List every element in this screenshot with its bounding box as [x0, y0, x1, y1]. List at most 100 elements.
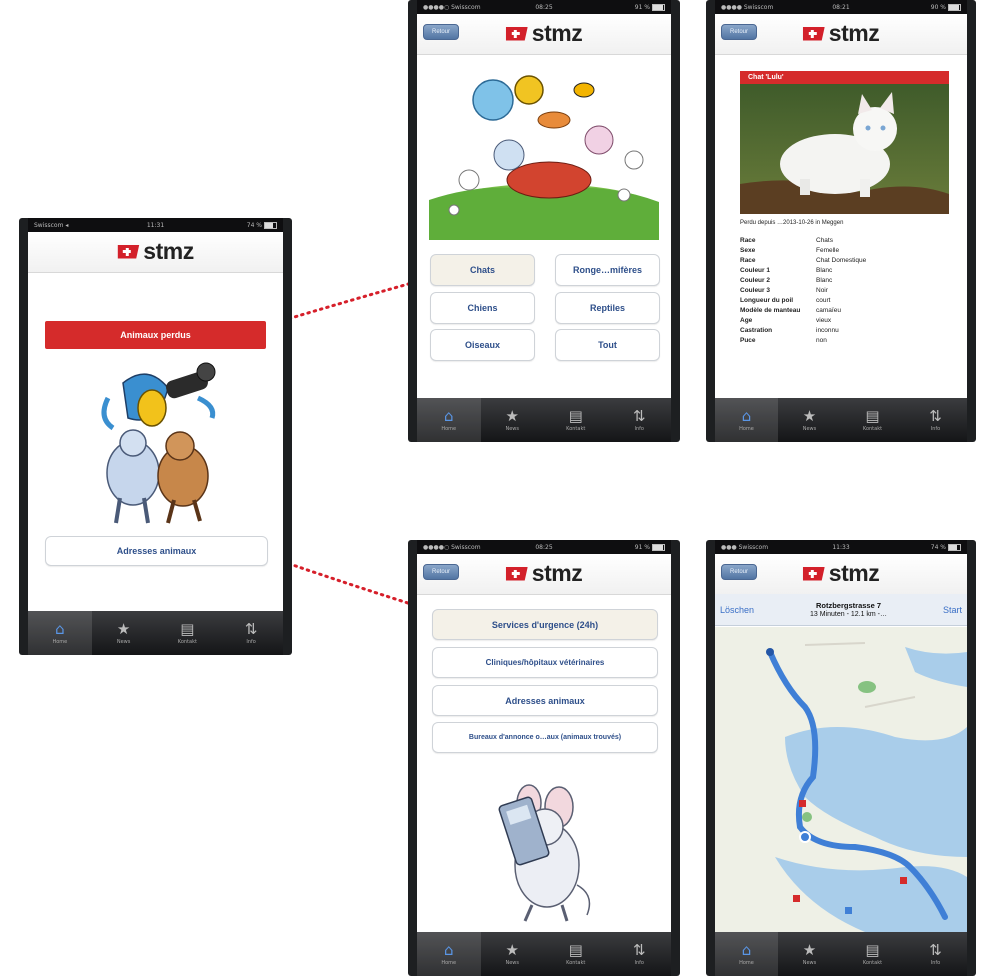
category-button-chats[interactable]: Chats — [430, 254, 535, 286]
contact-icon: ▤ — [568, 407, 583, 425]
star-icon: ★ — [505, 407, 519, 425]
clock: 08:21 — [832, 3, 850, 11]
tab-kontakt[interactable]: ▤ Kontakt — [841, 932, 904, 976]
info-icon: ⇅ — [244, 620, 258, 638]
detail-row: Longueur du poil court — [740, 297, 831, 304]
clear-route-button[interactable]: Löschen — [720, 605, 754, 615]
back-button[interactable]: Retour — [423, 564, 459, 580]
status-bar: ●●● Swisscom 11:33 74 % — [715, 540, 967, 554]
tab-home[interactable]: ⌂ Home — [715, 932, 778, 976]
tab-info[interactable]: ⇅ Info — [904, 932, 967, 976]
tab-kontakt[interactable]: ▤ Kontakt — [544, 398, 608, 442]
tab-news[interactable]: ★ News — [778, 932, 841, 976]
route-summary: Rotzbergstrasse 7 13 Minuten - 12.1 km -… — [810, 601, 887, 619]
detail-row: Age vieux — [740, 317, 832, 324]
app-logo: stmz — [505, 22, 583, 45]
screen-map: ●●● Swisscom 11:33 74 % Retour stmz Lösc… — [715, 540, 967, 976]
swiss-flag-icon — [802, 26, 825, 41]
swiss-flag-icon — [505, 26, 528, 41]
tab-bar: ⌂ Home ★ News ▤ Kontakt ⇅ Info — [715, 398, 967, 442]
contact-icon: ▤ — [180, 620, 195, 638]
tab-home[interactable]: ⌂ Home — [715, 398, 778, 442]
tab-home[interactable]: ⌂ Home — [417, 398, 481, 442]
tab-info[interactable]: ⇅ Info — [608, 932, 672, 976]
phone-services: ●●●●○ Swisscom 08:25 91 % Retour stmz Se… — [408, 540, 680, 976]
vet-clinics-button[interactable]: Cliniques/hôpitaux vétérinaires — [432, 647, 658, 678]
tab-bar: ⌂ Home ★ News ▤ Kontakt ⇅ Info — [417, 398, 671, 442]
app-logo: stmz — [802, 562, 880, 585]
swiss-flag-icon — [802, 566, 825, 581]
lost-animals-button[interactable]: Animaux perdus — [45, 321, 266, 349]
screen-home: Swisscom ◂ 11:31 74 % stmz Animaux perdu… — [28, 218, 283, 655]
lost-since-text: Perdu depuis …2013-10-26 in Meggen — [740, 220, 844, 226]
phone-detail: ●●●● Swisscom 08:21 90 % Retour stmz Cha… — [706, 0, 976, 442]
contact-icon: ▤ — [865, 407, 880, 425]
swiss-flag-icon — [117, 244, 140, 259]
app-header: Retour stmz — [417, 14, 671, 55]
found-animals-office-button[interactable]: Bureaux d'annonce o…aux (animaux trouvés… — [432, 722, 658, 753]
route-map[interactable] — [715, 627, 967, 932]
tab-news[interactable]: ★ News — [481, 398, 545, 442]
home-icon: ⌂ — [741, 407, 752, 425]
status-bar: ●●●●○ Swisscom 08:25 91 % — [417, 0, 671, 14]
tab-info[interactable]: ⇅ Info — [219, 611, 283, 655]
battery-label: 90 % — [930, 3, 946, 11]
carrier-label: Swisscom — [34, 221, 64, 229]
tab-kontakt[interactable]: ▤ Kontakt — [841, 398, 904, 442]
battery-label: 91 % — [634, 3, 650, 11]
app-header: stmz — [28, 232, 283, 273]
emergency-services-button[interactable]: Services d'urgence (24h) — [432, 609, 658, 640]
info-icon: ⇅ — [929, 407, 942, 425]
battery-icon — [948, 3, 961, 11]
route-duration: 13 Minuten - 12.1 km -… — [809, 610, 888, 618]
tab-info[interactable]: ⇅ Info — [904, 398, 967, 442]
carrier-label: Swisscom — [743, 3, 774, 11]
battery-icon — [264, 221, 277, 229]
category-button-chiens[interactable]: Chiens — [430, 292, 535, 324]
start-navigation-button[interactable]: Start — [943, 605, 962, 615]
tab-info[interactable]: ⇅ Info — [608, 398, 672, 442]
battery-icon — [948, 543, 961, 551]
detail-row: Race Chat Domestique — [740, 257, 867, 264]
carrier-label: Swisscom — [451, 543, 481, 551]
tab-news[interactable]: ★ News — [481, 932, 545, 976]
back-button[interactable]: Retour — [721, 564, 757, 580]
home-icon: ⌂ — [443, 407, 454, 425]
back-button[interactable]: Retour — [423, 24, 459, 40]
animal-details-table: Race Chats Sexe Femelle Race Chat Domestiqu… — [740, 236, 955, 346]
battery-icon — [652, 543, 665, 551]
battery-label: 74 % — [246, 221, 262, 229]
tab-bar: ⌂ Home ★ News ▤ Kontakt ⇅ Info — [28, 611, 283, 655]
app-logo: stmz — [117, 240, 194, 263]
home-icon: ⌂ — [443, 941, 454, 959]
route-bar: Löschen Rotzbergstrasse 7 13 Minuten - 1… — [715, 594, 967, 626]
screen-services: ●●●●○ Swisscom 08:25 91 % Retour stmz Se… — [417, 540, 671, 976]
tab-kontakt[interactable]: ▤ Kontakt — [156, 611, 220, 655]
animal-title-bar: Chat 'Lulu' — [740, 71, 949, 84]
phone-map: ●●● Swisscom 11:33 74 % Retour stmz Lösc… — [706, 540, 976, 976]
tab-home[interactable]: ⌂ Home — [417, 932, 481, 976]
app-header: Retour stmz — [715, 14, 967, 55]
home-icon: ⌂ — [741, 941, 752, 959]
category-button-reptiles[interactable]: Reptiles — [555, 292, 660, 324]
detail-row: Modèle de manteau camaïeu — [740, 307, 841, 314]
star-icon: ★ — [505, 941, 519, 959]
battery-label: 74 % — [930, 543, 946, 551]
tab-news[interactable]: ★ News — [92, 611, 156, 655]
tab-news[interactable]: ★ News — [778, 398, 841, 442]
status-bar: Swisscom ◂ 11:31 74 % — [28, 218, 283, 232]
status-bar: ●●●● Swisscom 08:21 90 % — [715, 0, 967, 14]
star-icon: ★ — [802, 941, 817, 959]
back-button[interactable]: Retour — [721, 24, 757, 40]
category-button-rongeurs[interactable]: Ronge…mifères — [555, 254, 660, 286]
mouse-phone-illustration — [498, 784, 591, 922]
category-button-oiseaux[interactable]: Oiseaux — [430, 329, 535, 361]
info-icon: ⇅ — [632, 941, 646, 959]
animal-addresses-button[interactable]: Adresses animaux — [432, 685, 658, 716]
info-icon: ⇅ — [632, 407, 646, 425]
tab-kontakt[interactable]: ▤ Kontakt — [544, 932, 608, 976]
clock: 08:25 — [535, 3, 553, 11]
animal-addresses-button[interactable]: Adresses animaux — [45, 536, 268, 566]
category-button-tout[interactable]: Tout — [555, 329, 660, 361]
tab-home[interactable]: ⌂ Home — [28, 611, 92, 655]
